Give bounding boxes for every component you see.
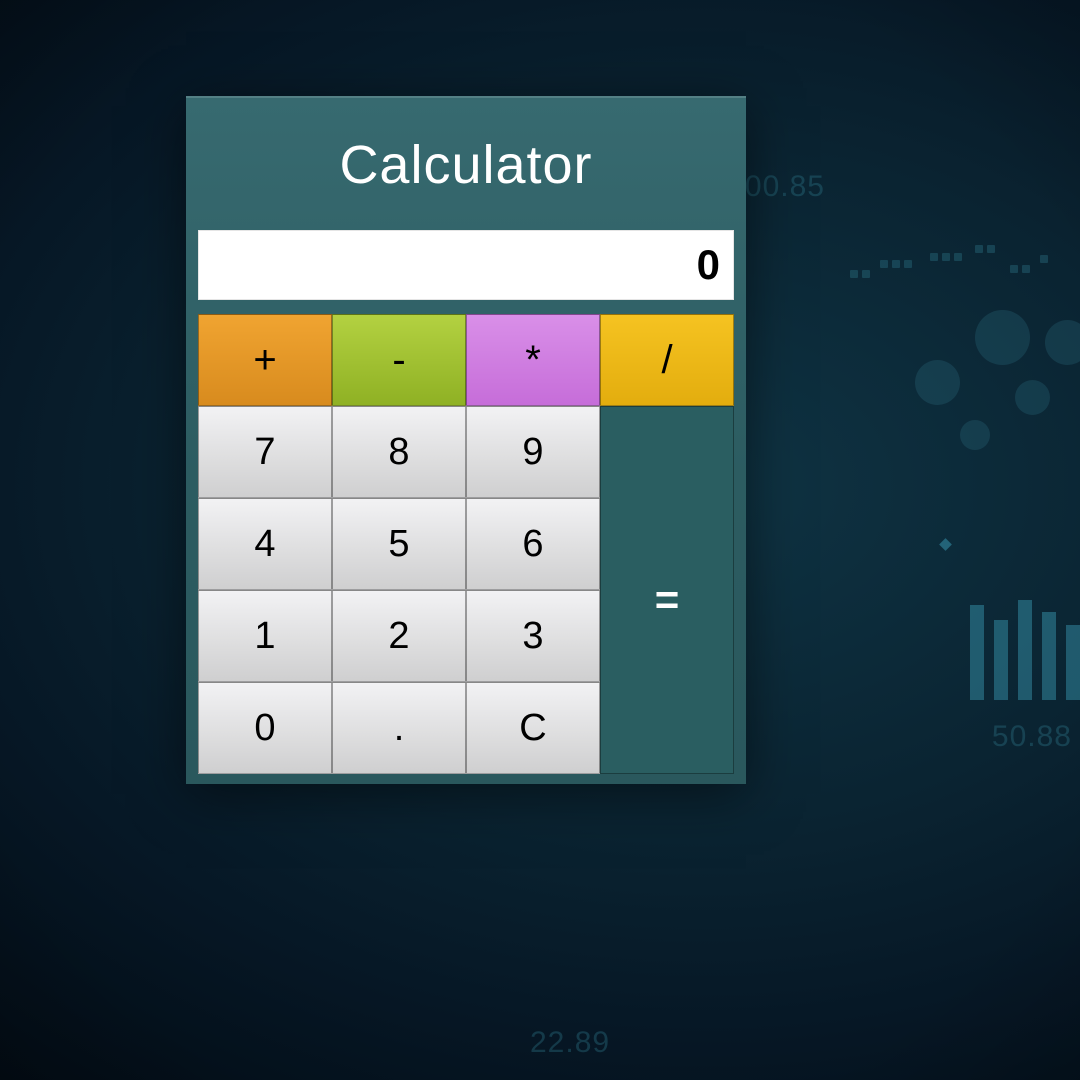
digit-1-button[interactable]: 1 xyxy=(198,590,332,682)
multiply-button[interactable]: * xyxy=(466,314,600,406)
keypad: + - * / 7 8 9 = 4 5 6 1 2 3 0 . C xyxy=(198,314,734,774)
add-button[interactable]: + xyxy=(198,314,332,406)
clear-button[interactable]: C xyxy=(466,682,600,774)
subtract-button[interactable]: - xyxy=(332,314,466,406)
bg-number: 50.88 xyxy=(992,720,1072,754)
bg-dot xyxy=(939,538,952,551)
digit-7-button[interactable]: 7 xyxy=(198,406,332,498)
decimal-button[interactable]: . xyxy=(332,682,466,774)
bg-number: 00.85 xyxy=(745,170,825,204)
digit-4-button[interactable]: 4 xyxy=(198,498,332,590)
equals-label: = xyxy=(655,576,680,624)
digit-3-button[interactable]: 3 xyxy=(466,590,600,682)
digit-2-button[interactable]: 2 xyxy=(332,590,466,682)
digit-5-button[interactable]: 5 xyxy=(332,498,466,590)
digit-6-button[interactable]: 6 xyxy=(466,498,600,590)
display[interactable]: 0 xyxy=(198,230,734,300)
equals-button[interactable]: = xyxy=(600,406,734,774)
bg-number: 22.89 xyxy=(530,1026,610,1060)
divide-button[interactable]: / xyxy=(600,314,734,406)
bg-dots xyxy=(840,235,1080,295)
digit-8-button[interactable]: 8 xyxy=(332,406,466,498)
bg-bars xyxy=(970,600,1080,700)
app-title: Calculator xyxy=(186,96,746,230)
digit-0-button[interactable]: 0 xyxy=(198,682,332,774)
digit-9-button[interactable]: 9 xyxy=(466,406,600,498)
calculator-panel: Calculator 0 + - * / 7 8 9 = 4 5 6 1 2 3… xyxy=(186,96,746,784)
display-value: 0 xyxy=(697,241,720,289)
